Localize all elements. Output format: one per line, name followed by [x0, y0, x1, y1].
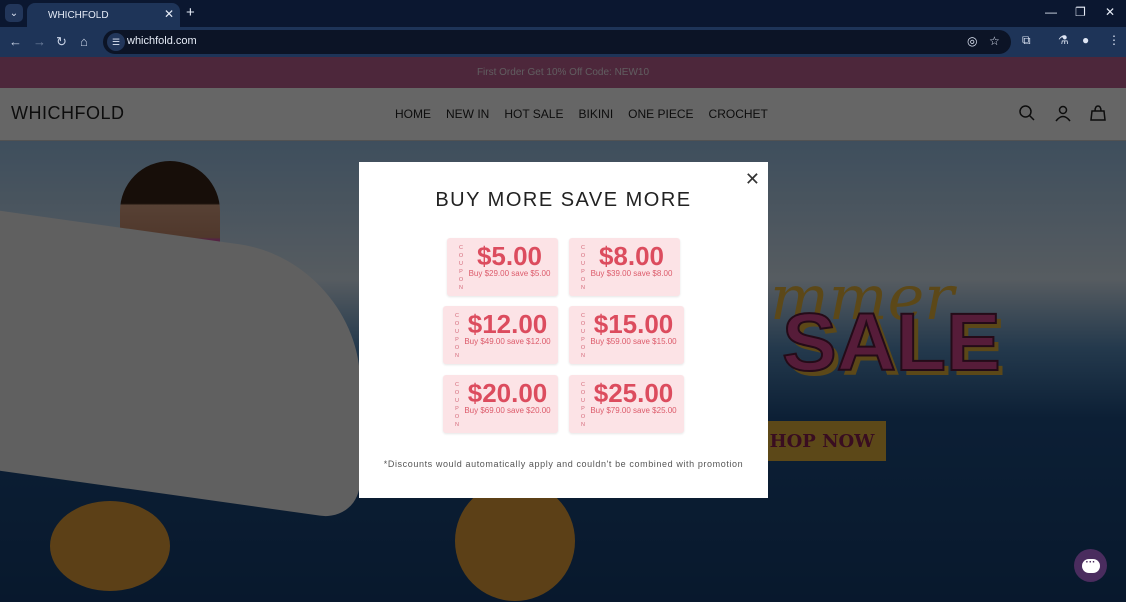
- eye-off-icon[interactable]: ◎: [967, 34, 977, 48]
- discount-disclaimer: *Discounts would automatically apply and…: [383, 459, 744, 469]
- coupon-card: COUPON $20.00 Buy $69.00 save $20.00: [443, 375, 558, 433]
- url-text[interactable]: whichfold.com: [127, 35, 197, 47]
- tab-search-button[interactable]: ⌄: [5, 4, 23, 22]
- home-icon[interactable]: ⌂: [80, 34, 88, 49]
- coupon-condition: Buy $49.00 save $12.00: [464, 337, 551, 346]
- site-info-icon[interactable]: ☰: [107, 33, 125, 51]
- coupon-amount: $12.00: [467, 309, 548, 339]
- coupon-card: COUPON $8.00 Buy $39.00 save $8.00: [569, 238, 680, 296]
- chevron-down-icon: ⌄: [9, 7, 19, 19]
- coupon-amount: $5.00: [476, 241, 543, 271]
- address-bar[interactable]: ☰ whichfold.com ◎ ☆: [103, 30, 1011, 54]
- modal-title: BUY MORE SAVE MORE: [435, 189, 692, 211]
- coupon-amount: $20.00: [467, 378, 548, 408]
- coupon-amount: $15.00: [593, 309, 674, 339]
- coupon-card: COUPON $5.00 Buy $29.00 save $5.00: [447, 238, 558, 296]
- coupon-amount: $25.00: [593, 378, 674, 408]
- close-icon[interactable]: ✕: [164, 7, 174, 21]
- restore-icon[interactable]: ❐: [1075, 5, 1086, 19]
- back-icon[interactable]: ←: [9, 34, 22, 49]
- browser-tab[interactable]: WHICHFOLD ✕: [27, 3, 180, 27]
- promo-modal: ✕ BUY MORE SAVE MORE COUPON $5.00 Buy $2…: [359, 162, 768, 498]
- coupon-card: COUPON $12.00 Buy $49.00 save $12.00: [443, 306, 558, 364]
- coupon-condition: Buy $79.00 save $25.00: [590, 406, 677, 415]
- chat-bubble-icon: ···: [1081, 557, 1100, 573]
- tune-icon: ☰: [111, 36, 121, 47]
- forward-icon[interactable]: →: [33, 34, 46, 49]
- new-tab-button[interactable]: +: [186, 4, 195, 21]
- browser-toolbar: ← → ↻ ⌂ ☰ whichfold.com ◎ ☆ ⧉ ⚗ ● ⋮: [0, 27, 1126, 57]
- chat-button[interactable]: ···: [1074, 549, 1107, 582]
- kebab-menu-icon[interactable]: ⋮: [1108, 33, 1120, 47]
- window-close-icon[interactable]: ✕: [1105, 5, 1115, 19]
- close-icon[interactable]: ✕: [745, 169, 760, 190]
- coupon-card: COUPON $25.00 Buy $79.00 save $25.00: [569, 375, 684, 433]
- web-page: First Order Get 10% Off Code: NEW10 WHIC…: [0, 57, 1126, 602]
- coupon-card: COUPON $15.00 Buy $59.00 save $15.00: [569, 306, 684, 364]
- flask-icon[interactable]: ⚗: [1058, 33, 1069, 47]
- coupon-condition: Buy $59.00 save $15.00: [590, 337, 677, 346]
- profile-icon[interactable]: ●: [1082, 33, 1089, 47]
- reload-icon[interactable]: ↻: [56, 34, 67, 50]
- star-icon[interactable]: ☆: [989, 34, 1000, 48]
- minimize-icon[interactable]: —: [1045, 5, 1057, 19]
- coupon-condition: Buy $29.00 save $5.00: [468, 269, 551, 278]
- coupon-amount: $8.00: [598, 241, 665, 271]
- tab-title: WHICHFOLD: [48, 9, 109, 21]
- puzzle-icon[interactable]: ⧉: [1022, 33, 1031, 48]
- coupon-condition: Buy $39.00 save $8.00: [590, 269, 673, 278]
- coupon-condition: Buy $69.00 save $20.00: [464, 406, 551, 415]
- browser-title-bar: ⌄ WHICHFOLD ✕ + — ❐ ✕: [0, 0, 1126, 27]
